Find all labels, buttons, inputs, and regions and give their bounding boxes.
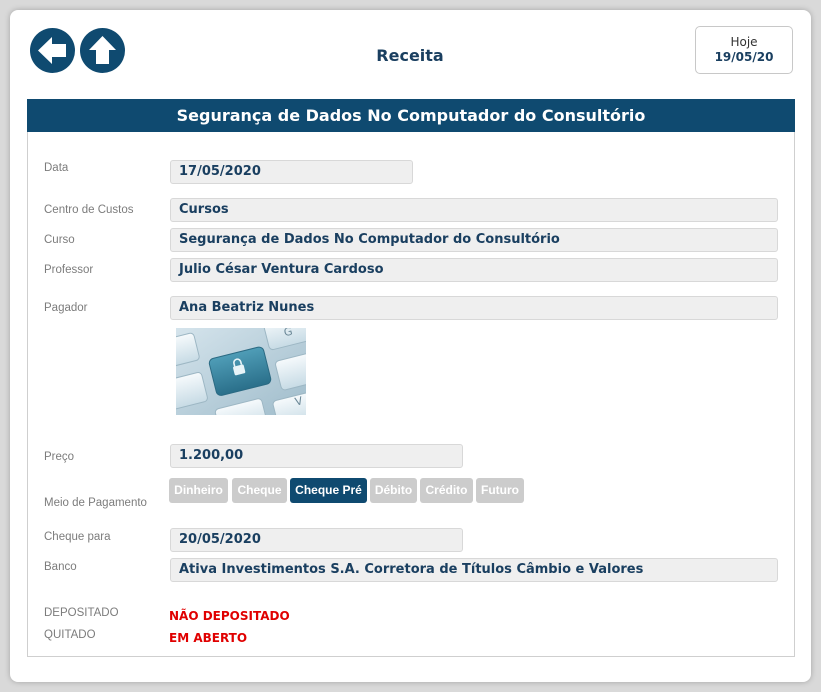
payment-option-dinheiro[interactable]: Dinheiro [169, 478, 228, 503]
centro-custos-field[interactable]: Cursos [170, 198, 778, 222]
arrow-up-icon [89, 36, 116, 64]
professor-label: Professor [44, 264, 94, 276]
course-image: G V [176, 328, 306, 415]
receipt-card: Receita Hoje 19/05/20 Segurança de Dados… [10, 10, 811, 682]
page-title: Receita [376, 46, 444, 65]
today-box: Hoje 19/05/20 [695, 26, 793, 74]
today-date: 19/05/20 [714, 50, 774, 64]
preco-field[interactable]: 1.200,00 [170, 444, 463, 468]
cheque-para-field[interactable]: 20/05/2020 [170, 528, 463, 552]
payment-option-credito[interactable]: Crédito [420, 478, 473, 503]
data-label: Data [44, 162, 69, 174]
quitado-status: EM ABERTO [169, 631, 248, 645]
depositado-status: NÃO DEPOSITADO [169, 609, 290, 623]
cheque-para-label: Cheque para [44, 531, 111, 543]
home-button[interactable] [80, 28, 125, 73]
banco-label: Banco [44, 561, 77, 573]
pagador-label: Pagador [44, 302, 88, 314]
professor-field[interactable]: Julio César Ventura Cardoso [170, 258, 778, 282]
meio-pagamento-label: Meio de Pagamento [44, 497, 147, 509]
banco-field[interactable]: Ativa Investimentos S.A. Corretora de Tí… [170, 558, 778, 582]
keyboard-lock-key-photo: G V [176, 328, 306, 415]
arrow-left-icon [38, 37, 66, 64]
curso-field[interactable]: Segurança de Dados No Computador do Cons… [170, 228, 778, 252]
back-button[interactable] [30, 28, 75, 73]
payment-option-cheque[interactable]: Cheque [232, 478, 287, 503]
payment-option-debito[interactable]: Débito [370, 478, 417, 503]
payment-option-cheque-pre[interactable]: Cheque Pré [290, 478, 367, 503]
centro-custos-label: Centro de Custos [44, 204, 134, 216]
receipt-panel: Segurança de Dados No Computador do Cons… [27, 99, 795, 657]
quitado-label: QUITADO [44, 629, 96, 641]
depositado-label: DEPOSITADO [44, 607, 119, 619]
payment-option-futuro[interactable]: Futuro [476, 478, 524, 503]
data-field[interactable]: 17/05/2020 [170, 160, 413, 184]
today-label: Hoje [730, 35, 758, 49]
preco-label: Preço [44, 451, 75, 463]
panel-title: Segurança de Dados No Computador do Cons… [27, 99, 795, 132]
curso-label: Curso [44, 234, 75, 246]
pagador-field[interactable]: Ana Beatriz Nunes [170, 296, 778, 320]
